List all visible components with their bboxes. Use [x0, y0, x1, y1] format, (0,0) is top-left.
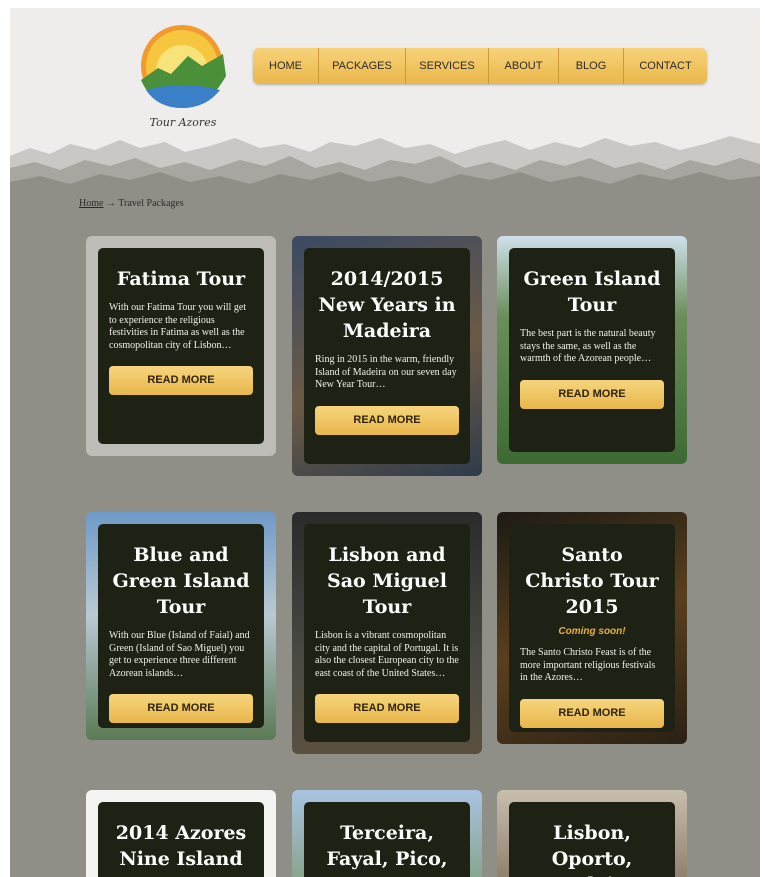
card-description: The best part is the natural beauty stay…: [520, 328, 656, 364]
card-panel: Blue and Green Island Tour With our Blue…: [98, 524, 264, 728]
coming-soon-label: Coming soon!: [558, 626, 626, 637]
nav-packages[interactable]: PACKAGES: [319, 48, 406, 84]
card-title: 2014 Azores Nine Island: [115, 822, 247, 870]
card-description: Ring in 2015 in the warm, friendly Islan…: [315, 354, 457, 390]
card-panel: 2014 Azores Nine Island: [98, 802, 264, 877]
nav-blog[interactable]: BLOG: [559, 48, 624, 84]
package-card-madeira-new-year[interactable]: 2014/2015 New Years in Madeira Ring in 2…: [292, 236, 482, 476]
read-more-button[interactable]: READ MORE: [520, 698, 664, 728]
card-description: The Santo Christo Feast is of the more i…: [520, 647, 656, 683]
card-panel: Terceira, Fayal, Pico, Sao Jorge: [304, 802, 470, 877]
package-card-lisbon-sao-miguel[interactable]: Lisbon and Sao Miguel Tour Lisbon is a v…: [292, 512, 482, 754]
card-panel: Lisbon and Sao Miguel Tour Lisbon is a v…: [304, 524, 470, 742]
package-card-blue-green-island[interactable]: Blue and Green Island Tour With our Blue…: [86, 512, 276, 740]
card-title: Blue and Green Island Tour: [112, 544, 250, 618]
breadcrumb-current: Travel Packages: [118, 198, 184, 209]
card-description: Lisbon is a vibrant cosmopolitan city an…: [315, 630, 459, 679]
breadcrumb-home-link[interactable]: Home: [79, 198, 103, 209]
card-panel: 2014/2015 New Years in Madeira Ring in 2…: [304, 248, 470, 464]
logo[interactable]: Tour Azores: [138, 16, 228, 132]
package-card-terceira-fayal[interactable]: Terceira, Fayal, Pico, Sao Jorge: [292, 790, 482, 877]
card-panel: Santo Christo Tour 2015 Coming soon! The…: [509, 524, 675, 732]
mountain-silhouette: [10, 136, 760, 206]
card-title: Green Island Tour: [523, 268, 661, 316]
read-more-button[interactable]: READ MORE: [109, 366, 253, 395]
read-more-button[interactable]: READ MORE: [315, 405, 459, 435]
card-title: Terceira, Fayal, Pico, Sao Jorge: [326, 822, 448, 877]
card-description: With our Blue (Island of Faial) and Gree…: [109, 630, 250, 679]
breadcrumb-separator: →: [105, 198, 116, 209]
card-title: Lisbon and Sao Miguel Tour: [327, 544, 447, 618]
main-navigation: HOME PACKAGES SERVICES ABOUT BLOG CONTAC…: [253, 48, 707, 84]
card-title: 2014/2015 New Years in Madeira: [318, 268, 456, 342]
read-more-button[interactable]: READ MORE: [520, 379, 664, 409]
logo-sun-icon: [141, 25, 226, 108]
card-title: Santo Christo Tour 2015: [525, 544, 659, 618]
package-card-green-island[interactable]: Green Island Tour The best part is the n…: [497, 236, 687, 464]
nav-services[interactable]: SERVICES: [406, 48, 489, 84]
package-card-azores-nine-island[interactable]: 2014 Azores Nine Island: [86, 790, 276, 877]
nav-home[interactable]: HOME: [253, 48, 319, 84]
nav-contact[interactable]: CONTACT: [624, 48, 707, 84]
card-panel: Fatima Tour With our Fatima Tour you wil…: [98, 248, 264, 444]
card-title: Lisbon, Oporto, Madeira: [548, 822, 636, 877]
package-card-santo-christo[interactable]: Santo Christo Tour 2015 Coming soon! The…: [497, 512, 687, 744]
site: Tour Azores HOME PACKAGES SERVICES ABOUT…: [10, 8, 760, 877]
card-panel: Lisbon, Oporto, Madeira: [509, 802, 675, 877]
nav-about[interactable]: ABOUT: [489, 48, 559, 84]
card-description: With our Fatima Tour you will get to exp…: [109, 302, 247, 351]
package-card-fatima[interactable]: Fatima Tour With our Fatima Tour you wil…: [86, 236, 276, 456]
package-card-lisbon-oporto-madeira[interactable]: Lisbon, Oporto, Madeira: [497, 790, 687, 877]
logo-text: Tour Azores: [149, 116, 217, 129]
read-more-button[interactable]: READ MORE: [315, 694, 459, 723]
card-panel: Green Island Tour The best part is the n…: [509, 248, 675, 452]
card-title: Fatima Tour: [116, 268, 246, 290]
read-more-button[interactable]: READ MORE: [109, 694, 253, 723]
breadcrumb: Home → Travel Packages: [79, 198, 184, 209]
